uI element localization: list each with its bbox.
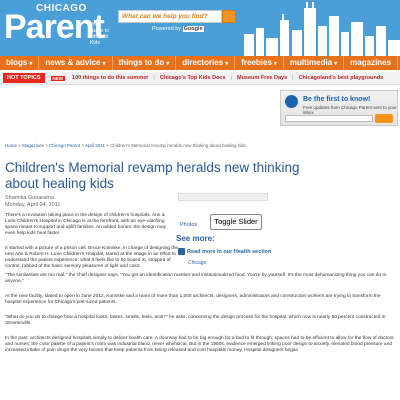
chevron-down-icon: ▾	[273, 61, 277, 67]
nav-blogs[interactable]: blogs ▾	[0, 56, 40, 70]
toggle-slider-button[interactable]: Toggle Slider	[210, 214, 262, 230]
related-link-chicago[interactable]: Chicago	[188, 260, 206, 266]
skyline-illustration	[244, 2, 400, 56]
nav-directories[interactable]: directories ▾	[176, 56, 236, 70]
nav-label: news & advice	[45, 58, 101, 67]
article-date: Monday, April 04, 2011	[5, 202, 61, 208]
article-paragraph: At the new facility, slated to open in J…	[5, 294, 381, 305]
breadcrumb-current: Children's Memorial revamp heralds new t…	[110, 143, 246, 148]
nav-multimedia[interactable]: multimedia ▾	[284, 56, 345, 70]
newsletter-email-field[interactable]	[285, 115, 373, 122]
see-more-heading: See more:	[176, 234, 215, 243]
chevron-down-icon: ▾	[29, 61, 33, 67]
related-link-health[interactable]: Read more in our Health section	[178, 248, 271, 255]
newsletter-title: Be the first to know!	[303, 96, 371, 103]
chevron-down-icon: ▾	[334, 61, 338, 67]
article-paragraph: It started with a picture of a prison ce…	[5, 246, 179, 269]
site-logo[interactable]: Parent	[4, 10, 105, 44]
breadcrumb-chicago-parent[interactable]: Chicago Parent	[49, 143, 80, 148]
hot-topics-label: HOT TOPICS	[3, 73, 45, 83]
breadcrumb-magazines[interactable]: Magazines	[22, 143, 44, 148]
powered-brand: Google	[182, 26, 204, 32]
related-link-label: Read more in our Health section	[187, 248, 272, 255]
hot-topic-link[interactable]: Chicagoland's best playgrounds	[294, 75, 389, 81]
breadcrumb-april-2011[interactable]: April 2011	[85, 143, 105, 148]
byline: Shamika Gunaratna Monday, April 04, 2011	[5, 195, 60, 209]
search-input[interactable]: What can we help you find?	[118, 10, 222, 23]
article-paragraph: There's a revolution taking place in the…	[5, 213, 167, 236]
hot-topics-bar: HOT TOPICS NEW 100 things to do this sum…	[0, 72, 400, 85]
chevron-down-icon: ▾	[225, 61, 229, 67]
powered-by-label: Powered by	[152, 26, 182, 32]
article-title: Children's Memorial revamp heralds new t…	[5, 160, 300, 191]
photo-slider[interactable]	[178, 193, 268, 201]
newsletter-submit-button[interactable]	[375, 114, 393, 123]
nav-label: things to do	[118, 58, 165, 67]
hot-topic-link[interactable]: Chicago's Top Kids Docs	[155, 75, 231, 81]
chevron-down-icon: ▾	[166, 61, 170, 67]
new-badge: NEW	[50, 75, 66, 81]
nav-things-to-do[interactable]: things to do ▾	[113, 56, 177, 70]
powered-by: Powered by Google	[152, 26, 204, 32]
hot-topic-link[interactable]: Museum Free Days	[232, 75, 292, 81]
logo-tagline: Your Guide to Life with Kids	[90, 22, 109, 46]
chevron-down-icon: ▾	[102, 61, 106, 67]
nav-news-advice[interactable]: news & advice ▾	[39, 56, 113, 70]
site-header: CHICAGO Parent Your Guide to Life with K…	[0, 0, 400, 56]
search-button[interactable]	[222, 10, 236, 23]
nav-freebies[interactable]: freebies ▾	[235, 56, 284, 70]
nav-label: freebies	[241, 58, 272, 67]
article-paragraph: "What do you do to change how a hospital…	[5, 315, 386, 326]
nav-magazines[interactable]: magazines	[344, 56, 399, 70]
author-name: Shamika Gunaratna	[5, 195, 54, 201]
article-paragraph: "The similarities are too real," the chi…	[5, 273, 387, 284]
article-paragraph: In the past, architects designed hospita…	[5, 336, 394, 353]
main-nav: blogs ▾ news & advice ▾ things to do ▾ dire…	[0, 56, 400, 70]
nav-label: blogs	[6, 58, 28, 67]
nav-label: directories	[182, 58, 224, 67]
breadcrumb-home[interactable]: Home	[5, 143, 17, 148]
newsletter-icon	[285, 95, 298, 108]
newsletter-signup: Be the first to know! Free updates from …	[280, 90, 398, 126]
nav-label: magazines	[350, 58, 392, 67]
hot-topic-link[interactable]: 100 things to do this summer	[67, 75, 153, 81]
breadcrumb: Home > Magazines > Chicago Parent > Apri…	[5, 143, 246, 148]
nav-label: multimedia	[289, 58, 333, 67]
photos-tab[interactable]: Photos	[180, 222, 197, 228]
